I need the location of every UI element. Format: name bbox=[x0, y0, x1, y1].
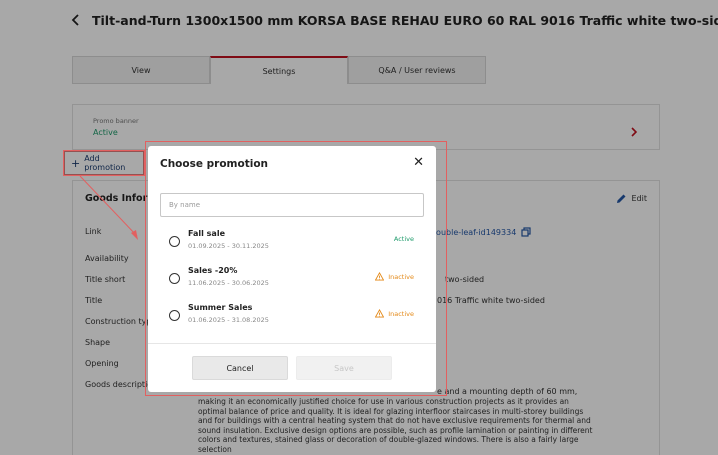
warning-icon bbox=[375, 309, 385, 318]
modal-divider bbox=[148, 343, 436, 344]
promotion-name: Summer Sales bbox=[188, 303, 253, 312]
promotion-name: Sales -20% bbox=[188, 266, 238, 275]
radio-button[interactable] bbox=[169, 236, 180, 247]
warning-icon bbox=[375, 272, 385, 281]
status-label: Active bbox=[393, 235, 414, 243]
promotion-dates: 01.09.2025 - 30.11.2025 bbox=[188, 242, 269, 250]
status-badge: Active bbox=[394, 235, 414, 243]
promotion-dates: 01.06.2025 - 31.08.2025 bbox=[188, 316, 269, 324]
modal-title: Choose promotion bbox=[160, 158, 269, 170]
promotion-option-sales-20[interactable]: Sales -20% 11.06.2025 - 30.06.2025 Inact… bbox=[160, 266, 424, 296]
status-label: Inactive bbox=[388, 272, 414, 281]
status-badge: Inactive bbox=[375, 309, 414, 318]
promotion-option-summer-sales[interactable]: Summer Sales 01.06.2025 - 31.08.2025 Ina… bbox=[160, 303, 424, 333]
promotion-option-fall-sale[interactable]: Fall sale 01.09.2025 - 30.11.2025 Active bbox=[160, 229, 424, 259]
status-label: Inactive bbox=[388, 309, 414, 318]
promotion-name: Fall sale bbox=[188, 229, 225, 238]
status-badge: Inactive bbox=[375, 272, 414, 281]
search-input[interactable] bbox=[160, 193, 424, 217]
cancel-button[interactable]: Cancel bbox=[192, 356, 288, 380]
save-button[interactable]: Save bbox=[296, 356, 392, 380]
radio-button[interactable] bbox=[169, 273, 180, 284]
choose-promotion-modal: Choose promotion ✕ Fall sale 01.09.2025 … bbox=[148, 146, 436, 392]
radio-button[interactable] bbox=[169, 310, 180, 321]
promotion-dates: 11.06.2025 - 30.06.2025 bbox=[188, 279, 269, 287]
close-icon[interactable]: ✕ bbox=[413, 156, 424, 169]
